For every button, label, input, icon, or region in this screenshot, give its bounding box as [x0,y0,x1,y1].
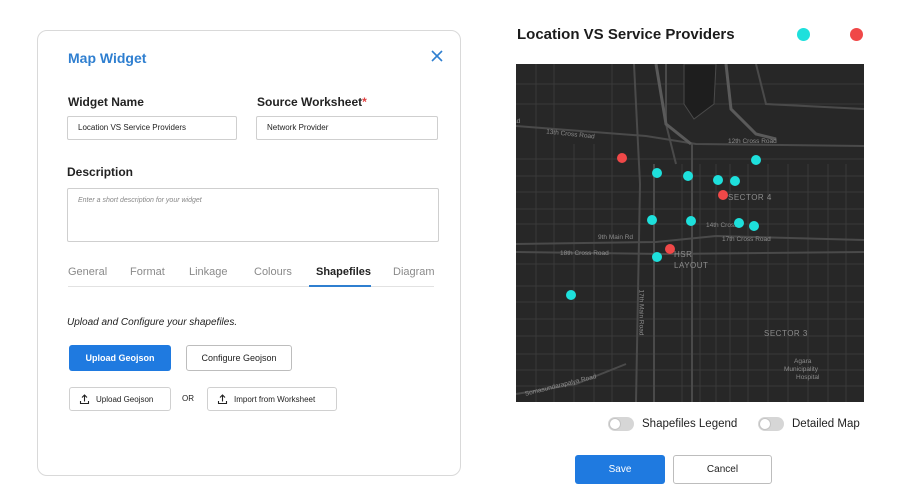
close-icon [431,50,443,62]
cancel-button[interactable]: Cancel [673,455,772,484]
toggle-knob [609,418,621,430]
map-label-hospital: Hospital [796,374,820,381]
upload-geojson-button[interactable]: Upload Geojson [69,345,171,371]
map-marker-cyan[interactable] [566,290,576,300]
map-widget-panel: Map Widget Widget Name Location VS Servi… [37,30,461,476]
source-worksheet-input[interactable]: Network Provider [256,116,438,140]
tab-colours[interactable]: Colours [254,266,292,278]
map-label-18th-cross: 18th Cross Road [560,250,609,257]
source-worksheet-label-text: Source Worksheet [257,95,363,109]
map-label-hsr: HSR [674,250,693,259]
map-marker-cyan[interactable] [652,252,662,262]
map-title: Location VS Service Providers [517,26,735,43]
upload-geojson-file-button[interactable]: Upload Geojson [69,387,171,411]
map-label-sector-4: SECTOR 4 [728,193,772,202]
tab-general[interactable]: General [68,266,107,278]
upload-geojson-file-label: Upload Geojson [96,394,154,404]
shapefiles-legend-toggle-row: Shapefiles Legend [608,417,737,431]
source-worksheet-label: Source Worksheet* [257,95,367,109]
map-label-layout: LAYOUT [674,261,709,270]
import-from-worksheet-label: Import from Worksheet [234,394,316,404]
detailed-map-toggle[interactable] [758,417,784,431]
map-label-municipality: Municipality [784,366,818,373]
shapefiles-legend-toggle[interactable] [608,417,634,431]
map-marker-cyan[interactable] [647,215,657,225]
tab-diagram[interactable]: Diagram [393,266,435,278]
toggle-knob [759,418,771,430]
map-view[interactable]: ad 13th Cross Road 12th Cross Road SECTO… [516,64,864,402]
save-button[interactable]: Save [575,455,665,484]
map-marker-cyan[interactable] [749,221,759,231]
description-label: Description [67,165,134,179]
shapefiles-instruction: Upload and Configure your shapefiles. [67,317,238,328]
map-marker-red[interactable] [617,153,627,163]
map-label-12th-cross: 12th Cross Road [728,138,777,145]
tab-linkage[interactable]: Linkage [189,266,228,278]
panel-title: Map Widget [68,50,147,66]
legend-dot-cyan [797,28,810,41]
map-label-sector-3: SECTOR 3 [764,329,808,338]
map-marker-cyan[interactable] [751,155,761,165]
map-marker-red[interactable] [665,244,675,254]
upload-icon [79,393,90,404]
or-separator: OR [182,394,194,403]
required-mark: * [362,95,367,109]
shapefiles-legend-label: Shapefiles Legend [642,418,738,430]
legend-dot-red [850,28,863,41]
map-marker-cyan[interactable] [713,175,723,185]
map-marker-cyan[interactable] [683,171,693,181]
close-button[interactable] [428,47,446,65]
map-label-17th-main: 17th Main Road [637,289,645,336]
detailed-map-toggle-row: Detailed Map [758,417,860,431]
map-label-agara: Agara [794,358,812,365]
map-marker-cyan[interactable] [734,218,744,228]
map-streets [516,64,864,402]
tab-format[interactable]: Format [130,266,165,278]
active-tab-indicator [309,285,371,287]
description-textarea[interactable]: Enter a short description for your widge… [67,188,439,242]
map-label-14th-cross: 14th Cross [706,222,738,229]
detailed-map-label: Detailed Map [792,418,860,430]
tab-bar: General Format Linkage Colours Shapefile… [68,263,435,287]
map-label-9th-main: 9th Main Rd [598,234,634,241]
map-marker-red[interactable] [718,190,728,200]
import-from-worksheet-button[interactable]: Import from Worksheet [207,387,337,411]
map-marker-cyan[interactable] [730,176,740,186]
map-label-17th-cross: 17th Cross Road [722,236,771,243]
map-label-ad: ad [516,118,521,125]
widget-name-label: Widget Name [68,95,144,109]
configure-geojson-button[interactable]: Configure Geojson [186,345,292,371]
map-marker-cyan[interactable] [686,216,696,226]
upload-icon [217,393,228,404]
widget-name-input[interactable]: Location VS Service Providers [67,116,237,140]
tab-shapefiles[interactable]: Shapefiles [316,266,371,278]
map-marker-cyan[interactable] [652,168,662,178]
